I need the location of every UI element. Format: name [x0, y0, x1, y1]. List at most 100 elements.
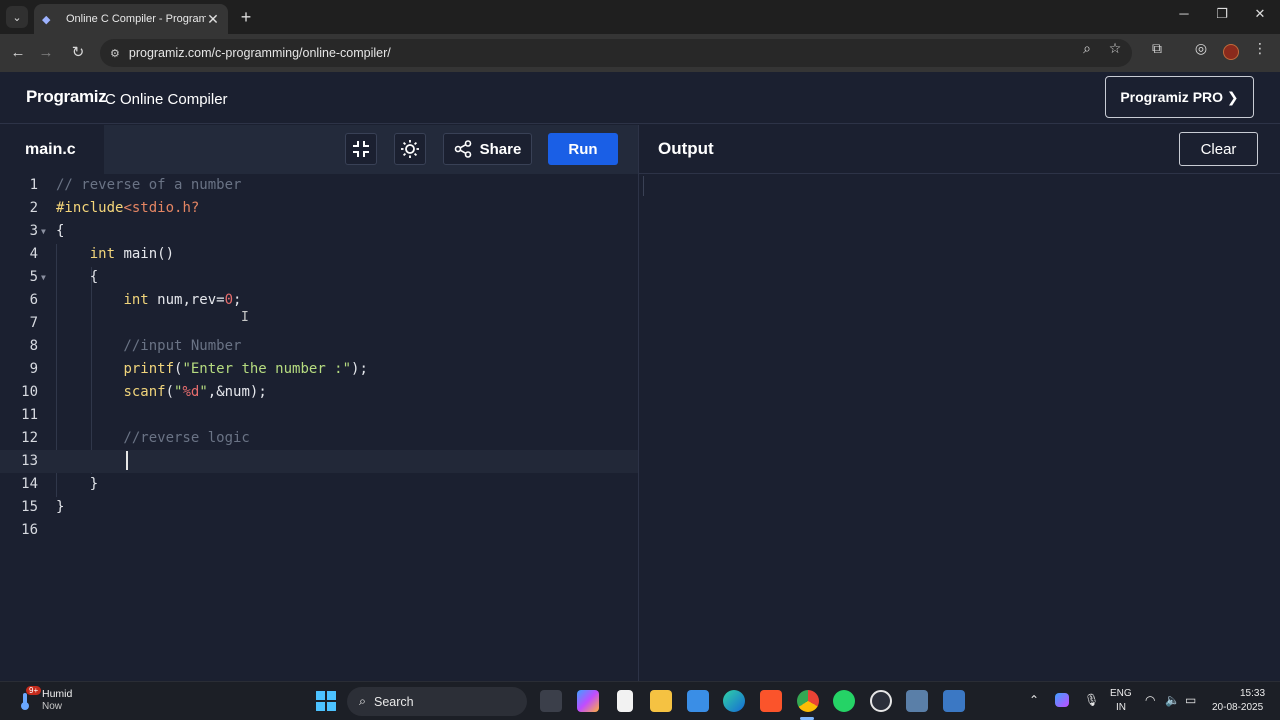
fold-arrow-icon[interactable]: ▼ — [41, 266, 46, 289]
line-number: 16 — [21, 522, 38, 538]
output-heading: Output — [658, 139, 714, 158]
desktop-app-icon[interactable] — [943, 690, 965, 712]
code-text: // reverse of a number — [56, 177, 242, 193]
code-text: } — [56, 499, 65, 515]
copilot-tray-icon[interactable] — [1055, 693, 1069, 707]
site-info-icon[interactable]: ⚙ — [110, 47, 120, 60]
code-line[interactable]: 11 — [0, 404, 638, 427]
brave-icon[interactable] — [760, 690, 782, 712]
notepad-icon[interactable] — [617, 690, 633, 712]
line-number: 15 — [21, 499, 38, 515]
output-caret — [643, 176, 644, 196]
url-bar[interactable]: ⚙ programiz.com/c-programming/online-com… — [100, 39, 1132, 67]
taskbar-search[interactable]: ⌕ Search — [347, 687, 527, 716]
profile-avatar[interactable] — [1223, 44, 1239, 60]
tab-search-chevron-icon[interactable]: ⌄ — [6, 6, 28, 28]
line-number: 6 — [29, 292, 38, 308]
programiz-favicon-icon: ◆ — [42, 13, 51, 26]
language-indicator[interactable]: ENG — [1110, 688, 1132, 699]
line-number: 11 — [21, 407, 38, 423]
exit-fullscreen-button[interactable] — [345, 133, 377, 165]
zoom-icon[interactable]: ⌕ — [1078, 40, 1096, 57]
line-number: 1 — [29, 177, 38, 193]
theme-toggle-button[interactable] — [394, 133, 426, 165]
forward-arrow-icon[interactable]: → — [36, 43, 56, 63]
line-number: 7 — [29, 315, 38, 331]
sun-icon — [401, 140, 419, 158]
whatsapp-icon[interactable] — [833, 690, 855, 712]
weather-title[interactable]: Humid — [42, 688, 72, 700]
code-text: int num,rev=0; — [123, 292, 242, 308]
code-line[interactable]: 16 — [0, 519, 638, 542]
code-text: { — [56, 223, 65, 239]
output-console[interactable] — [639, 174, 1280, 681]
run-button[interactable]: Run — [548, 133, 618, 165]
file-explorer-icon[interactable] — [650, 690, 672, 712]
code-line[interactable]: 10 scanf("%d",&num); — [0, 381, 638, 404]
bookmark-star-icon[interactable]: ☆ — [1106, 40, 1124, 57]
code-text: printf("Enter the number :"); — [123, 361, 368, 377]
back-arrow-icon[interactable]: ← — [8, 43, 28, 63]
performance-icon[interactable]: ◎ — [1192, 40, 1210, 57]
menu-kebab-icon[interactable]: ⋮ — [1251, 40, 1269, 57]
code-line[interactable]: 12 //reverse logic — [0, 427, 638, 450]
browser-tab[interactable]: ◆ Online C Compiler - Programiz ✕ — [34, 4, 228, 34]
code-line[interactable]: 3 ▼ { — [0, 220, 638, 243]
file-tab-main-c[interactable]: main.c — [0, 125, 104, 174]
wifi-icon[interactable]: ◠ — [1145, 693, 1155, 707]
collapse-icon — [353, 141, 369, 157]
extensions-icon[interactable]: ⧉ — [1148, 40, 1166, 57]
new-tab-plus-icon[interactable]: + — [236, 6, 256, 28]
code-line[interactable]: 5 ▼ { — [0, 266, 638, 289]
code-line[interactable]: 7 — [0, 312, 638, 335]
line-number: 2 — [29, 200, 38, 216]
share-label: Share — [479, 140, 522, 158]
copilot-icon[interactable] — [577, 690, 599, 712]
code-line[interactable]: 2 #include<stdio.h? — [0, 197, 638, 220]
fold-arrow-icon[interactable]: ▼ — [41, 220, 46, 243]
minimize-icon[interactable]: ─ — [1174, 6, 1194, 21]
battery-icon[interactable]: ▭ — [1185, 693, 1196, 707]
line-number: 5 — [29, 269, 38, 285]
task-view-icon[interactable] — [540, 690, 562, 712]
code-line[interactable]: 8 //input Number — [0, 335, 638, 358]
code-line[interactable]: 14 } — [0, 473, 638, 496]
programiz-pro-button[interactable]: Programiz PRO ❯ — [1105, 76, 1254, 118]
chrome-icon[interactable] — [797, 690, 819, 712]
maximize-icon[interactable]: ❐ — [1212, 6, 1232, 22]
text-cursor — [126, 451, 128, 470]
code-line-active[interactable]: 13 — [0, 450, 638, 473]
code-line[interactable]: 9 printf("Enter the number :"); — [0, 358, 638, 381]
code-editor[interactable]: 1 // reverse of a number 2 #include<stdi… — [0, 174, 638, 681]
app-icon[interactable] — [906, 690, 928, 712]
code-text: //input Number — [56, 338, 242, 354]
clock-time[interactable]: 15:33 — [1240, 688, 1265, 699]
search-icon: ⌕ — [359, 694, 367, 708]
windows-taskbar: 9+ Humid Now ⌕ Search ⌃ 🎙 ENG IN ◠ 🔈 ▭ 1… — [0, 681, 1280, 720]
windows-start-icon[interactable] — [315, 690, 337, 712]
code-line[interactable]: 1 // reverse of a number — [0, 174, 638, 197]
volume-icon[interactable]: 🔈 — [1165, 693, 1180, 707]
media-player-icon[interactable] — [870, 690, 892, 712]
edge-icon[interactable] — [723, 690, 745, 712]
compiler-toolbar: main.c Share Run — [0, 125, 1280, 174]
code-line[interactable]: 15 } — [0, 496, 638, 519]
microsoft-store-icon[interactable] — [687, 690, 709, 712]
share-button[interactable]: Share — [443, 133, 532, 165]
programiz-logo[interactable]: Programiz — [26, 87, 107, 107]
show-hidden-icons-chevron-icon[interactable]: ⌃ — [1029, 693, 1039, 707]
microphone-icon[interactable]: 🎙 — [1084, 693, 1099, 707]
clear-button[interactable]: Clear — [1179, 132, 1258, 166]
close-window-icon[interactable]: ✕ — [1250, 6, 1270, 22]
line-number: 10 — [21, 384, 38, 400]
code-text: } — [56, 476, 99, 492]
tab-title: Online C Compiler - Programiz — [66, 13, 206, 25]
close-tab-icon[interactable]: ✕ — [206, 11, 220, 28]
code-text: int main() — [89, 246, 175, 262]
code-text: #include<stdio.h? — [56, 200, 200, 216]
reload-icon[interactable]: ↻ — [68, 43, 88, 63]
line-number: 9 — [29, 361, 38, 377]
code-line[interactable]: 4 int main() — [0, 243, 638, 266]
weather-subtitle: Now — [42, 701, 63, 712]
code-line[interactable]: 6 int num,rev=0; — [0, 289, 638, 312]
